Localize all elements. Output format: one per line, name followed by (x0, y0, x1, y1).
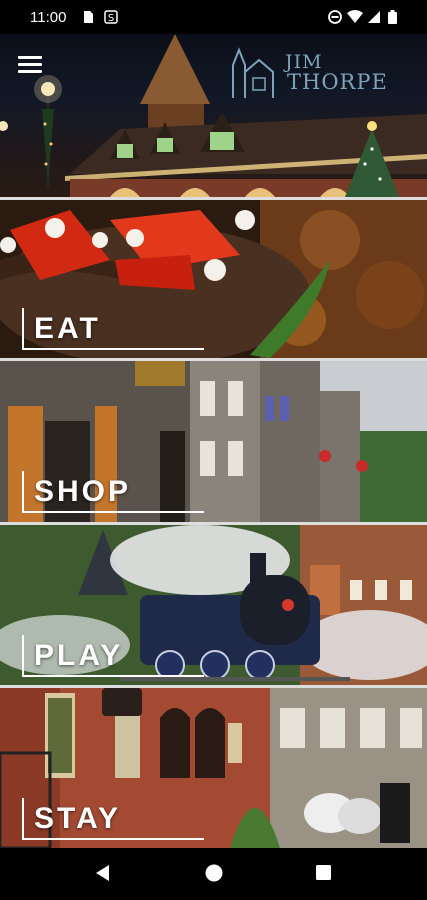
logo-wordmark: JIM THORPE (285, 52, 388, 94)
status-time: 11:00 (30, 9, 67, 26)
system-nav-bar (0, 848, 427, 900)
svg-text:S: S (108, 13, 114, 24)
tile-label-stay: STAY (34, 802, 122, 835)
logo-building-icon (232, 47, 274, 98)
tile-shop[interactable]: SHOP (0, 361, 427, 522)
logo-line-2: THORPE (287, 70, 388, 94)
signal-icon (368, 11, 380, 23)
battery-icon (388, 10, 397, 24)
recents-square-icon[interactable] (313, 862, 333, 884)
tile-label-play: PLAY (34, 639, 124, 672)
tile-play[interactable]: PLAY (0, 525, 427, 685)
hero-banner: JIM THORPE (0, 34, 427, 197)
home-circle-icon[interactable] (203, 862, 225, 884)
s-icon: S (104, 10, 118, 24)
tile-stay[interactable]: STAY (0, 688, 427, 848)
status-bar: 11:00 S (0, 0, 427, 34)
tile-eat[interactable]: EAT (0, 200, 427, 358)
tile-label-eat: EAT (34, 312, 101, 345)
tile-label-shop: SHOP (34, 475, 132, 508)
do-not-disturb-icon (328, 10, 342, 24)
back-triangle-icon[interactable] (93, 862, 113, 884)
jim-thorpe-logo: JIM THORPE (225, 40, 395, 100)
wifi-icon (347, 10, 363, 23)
hamburger-menu-icon[interactable] (18, 56, 42, 74)
sim-icon (84, 11, 93, 23)
